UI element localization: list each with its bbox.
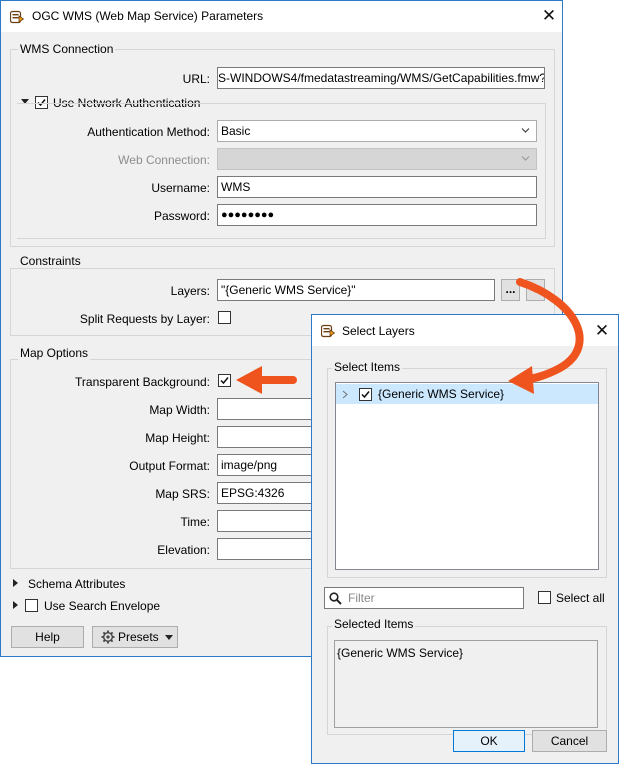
annotation-arrow-icon (236, 278, 584, 394)
